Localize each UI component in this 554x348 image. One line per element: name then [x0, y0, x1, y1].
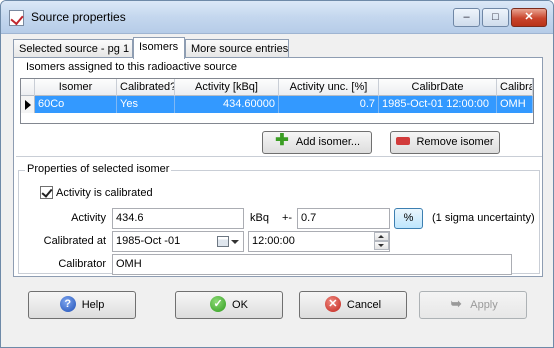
apply-icon: ➥	[450, 296, 462, 312]
grid-corner	[21, 79, 35, 96]
activity-label: Activity	[71, 212, 106, 224]
minus-icon	[396, 137, 411, 146]
minimize-button[interactable]: –	[453, 8, 480, 27]
checkmark-icon: ✓	[210, 296, 227, 313]
plus-minus-label: +-	[282, 212, 293, 224]
tab-selected-source[interactable]: Selected source - pg 1	[13, 39, 133, 58]
calibration-date-value: 1985-Oct -01	[116, 235, 181, 247]
tab-more-source-entries[interactable]: More source entries	[185, 39, 289, 58]
isomers-tab-page: Isomers assigned to this radioactive sou…	[13, 57, 543, 277]
uncertainty-input[interactable]: 0.7	[297, 208, 390, 229]
activity-input[interactable]: 434.6	[112, 208, 244, 229]
column-header-activity-unc[interactable]: Activity unc. [%]	[279, 79, 379, 96]
time-spin-up-icon[interactable]	[374, 232, 389, 241]
remove-isomer-button[interactable]: Remove isomer	[390, 131, 500, 154]
cell-isomer[interactable]: 60Co	[35, 96, 117, 113]
close-button[interactable]: ✕	[511, 8, 547, 27]
activity-calibrated-label: Activity is calibrated	[56, 187, 153, 199]
tab-isomers[interactable]: Isomers	[133, 37, 185, 59]
isomers-grid[interactable]: Isomer Calibrated? Activity [kBq] Activi…	[20, 78, 534, 124]
cell-activity[interactable]: 434.60000	[175, 96, 279, 113]
column-header-calibrator[interactable]: Calibrator	[497, 79, 533, 96]
title-bar: Source properties – □ ✕	[1, 1, 553, 34]
cell-calibrated[interactable]: Yes	[117, 96, 175, 113]
apply-button[interactable]: ➥ Apply	[419, 291, 527, 319]
cancel-button[interactable]: ✕ Cancel	[299, 291, 407, 319]
maximize-button[interactable]: □	[482, 8, 509, 27]
calibrated-at-label: Calibrated at	[43, 235, 106, 247]
ok-button[interactable]: ✓ OK	[175, 291, 283, 319]
source-properties-window: Source properties – □ ✕ Selected source …	[0, 0, 554, 348]
add-isomer-button[interactable]: ✚ Add isomer...	[262, 131, 372, 154]
calibration-time-input[interactable]: 12:00:00	[248, 231, 390, 252]
column-header-calibrated[interactable]: Calibrated?	[117, 79, 175, 96]
chevron-down-icon[interactable]	[231, 240, 239, 244]
cell-calibrdate[interactable]: 1985-Oct-01 12:00:00	[379, 96, 497, 113]
time-spin-down-icon[interactable]	[374, 241, 389, 250]
percent-button[interactable]: %	[394, 208, 423, 229]
activity-unit: kBq	[250, 212, 269, 224]
activity-calibrated-checkbox[interactable]	[40, 186, 53, 199]
help-button[interactable]: ? Help	[28, 291, 136, 319]
cancel-icon: ✕	[324, 296, 341, 313]
table-row[interactable]: 60Co Yes 434.60000 0.7 1985-Oct-01 12:00…	[21, 96, 533, 113]
uncertainty-note: (1 sigma uncertainty)	[432, 212, 535, 224]
cell-calibrator[interactable]: OMH	[497, 96, 533, 113]
isomers-group-title: Isomers assigned to this radioactive sou…	[24, 61, 239, 73]
document-check-icon	[9, 10, 24, 26]
column-header-calibrdate[interactable]: CalibrDate	[379, 79, 497, 96]
plus-icon: ✚	[275, 132, 289, 150]
calibrator-input[interactable]: OMH	[112, 254, 512, 275]
help-icon: ?	[59, 296, 76, 313]
calendar-icon[interactable]	[217, 236, 229, 247]
calibrator-label: Calibrator	[58, 258, 106, 270]
column-header-isomer[interactable]: Isomer	[35, 79, 117, 96]
column-header-activity[interactable]: Activity [kBq]	[175, 79, 279, 96]
row-selector-arrow-icon[interactable]	[21, 96, 35, 113]
window-title: Source properties	[31, 10, 126, 24]
cell-activity-unc[interactable]: 0.7	[279, 96, 379, 113]
grid-header: Isomer Calibrated? Activity [kBq] Activi…	[21, 79, 533, 96]
properties-group-title: Properties of selected isomer	[25, 163, 172, 175]
